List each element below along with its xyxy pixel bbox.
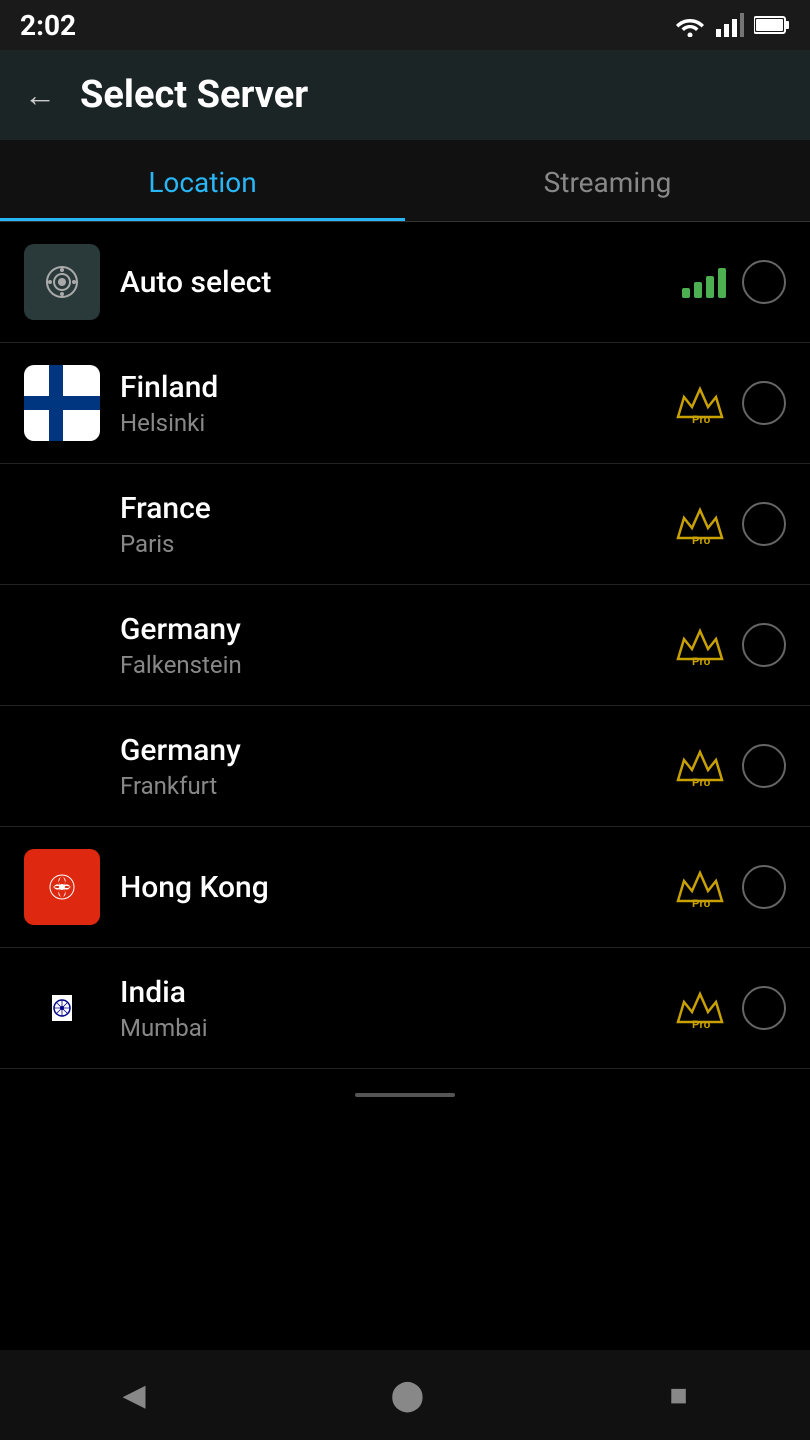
nav-home-button[interactable]: ⬤ <box>391 1378 425 1413</box>
svg-text:Pro: Pro <box>692 535 711 546</box>
auto-select-icon <box>24 244 100 320</box>
svg-text:Pro: Pro <box>692 898 711 909</box>
list-item[interactable]: France Paris Pro <box>0 464 810 585</box>
flag-germany <box>24 607 100 683</box>
server-actions: Pro <box>674 986 786 1030</box>
server-city: Paris <box>120 530 674 558</box>
page-title: Select Server <box>80 73 308 117</box>
server-city: Frankfurt <box>120 772 674 800</box>
pro-badge-icon: Pro <box>674 986 726 1030</box>
server-info: Auto select <box>120 265 682 300</box>
server-info: France Paris <box>120 491 674 558</box>
pro-badge-icon: Pro <box>674 381 726 425</box>
radio-button[interactable] <box>742 865 786 909</box>
server-info: Hong Kong <box>120 870 674 905</box>
signal-bar-1 <box>682 288 690 298</box>
server-info: Germany Falkenstein <box>120 612 674 679</box>
flag-white-stripe <box>52 995 72 1020</box>
server-city: Mumbai <box>120 1014 674 1042</box>
signal-strength-icon <box>716 13 744 37</box>
server-info: Finland Helsinki <box>120 370 674 437</box>
back-button[interactable]: ← <box>24 76 56 114</box>
flag-france <box>24 486 100 562</box>
svg-text:Pro: Pro <box>692 1019 711 1030</box>
svg-text:Pro: Pro <box>692 414 711 425</box>
bottom-navigation: ◀ ⬤ ■ <box>0 1350 810 1440</box>
svg-text:Pro: Pro <box>692 777 711 788</box>
list-item[interactable]: India Mumbai Pro <box>0 948 810 1069</box>
server-actions: Pro <box>674 502 786 546</box>
server-name: Finland <box>120 370 674 405</box>
server-name: Hong Kong <box>120 870 674 905</box>
server-actions: Pro <box>674 744 786 788</box>
signal-bar-4 <box>718 268 726 298</box>
svg-text:Pro: Pro <box>692 656 711 667</box>
flag-hongkong <box>24 849 100 925</box>
list-item[interactable]: Germany Falkenstein Pro <box>0 585 810 706</box>
signal-bars <box>682 266 726 298</box>
server-actions: Pro <box>674 865 786 909</box>
status-time: 2:02 <box>20 9 76 42</box>
server-city: Helsinki <box>120 409 674 437</box>
radio-button[interactable] <box>742 623 786 667</box>
server-name: France <box>120 491 674 526</box>
server-name: Auto select <box>120 265 682 300</box>
signal-bar-3 <box>706 276 714 298</box>
pro-badge-icon: Pro <box>674 623 726 667</box>
wifi-icon <box>674 13 706 37</box>
list-item[interactable]: Auto select <box>0 222 810 343</box>
battery-icon <box>754 15 790 35</box>
flag-germany <box>24 728 100 804</box>
server-list: Auto select Finland Helsinki Pro <box>0 222 810 1069</box>
flag-finland <box>24 365 100 441</box>
radio-button[interactable] <box>742 381 786 425</box>
pro-badge-icon: Pro <box>674 744 726 788</box>
server-actions: Pro <box>674 623 786 667</box>
pro-badge-icon: Pro <box>674 865 726 909</box>
radio-button[interactable] <box>742 260 786 304</box>
nav-recents-button[interactable]: ■ <box>669 1378 687 1413</box>
server-name: India <box>120 975 674 1010</box>
scroll-indicator <box>355 1093 455 1097</box>
radio-button[interactable] <box>742 986 786 1030</box>
server-info: Germany Frankfurt <box>120 733 674 800</box>
tab-streaming[interactable]: Streaming <box>405 140 810 221</box>
server-actions <box>682 260 786 304</box>
server-info: India Mumbai <box>120 975 674 1042</box>
server-name: Germany <box>120 612 674 647</box>
scroll-indicator-area <box>0 1069 810 1121</box>
server-actions: Pro <box>674 381 786 425</box>
signal-bar-2 <box>694 282 702 298</box>
radio-button[interactable] <box>742 502 786 546</box>
status-bar: 2:02 <box>0 0 810 50</box>
flag-india <box>24 970 100 1046</box>
server-name: Germany <box>120 733 674 768</box>
radio-button[interactable] <box>742 744 786 788</box>
status-icons <box>674 13 790 37</box>
list-item[interactable]: Germany Frankfurt Pro <box>0 706 810 827</box>
list-item[interactable]: Hong Kong Pro <box>0 827 810 948</box>
tab-location[interactable]: Location <box>0 140 405 221</box>
pro-badge-icon: Pro <box>674 502 726 546</box>
nav-back-button[interactable]: ◀ <box>123 1378 146 1413</box>
header: ← Select Server <box>0 50 810 140</box>
server-city: Falkenstein <box>120 651 674 679</box>
tabs-container: Location Streaming <box>0 140 810 222</box>
list-item[interactable]: Finland Helsinki Pro <box>0 343 810 464</box>
